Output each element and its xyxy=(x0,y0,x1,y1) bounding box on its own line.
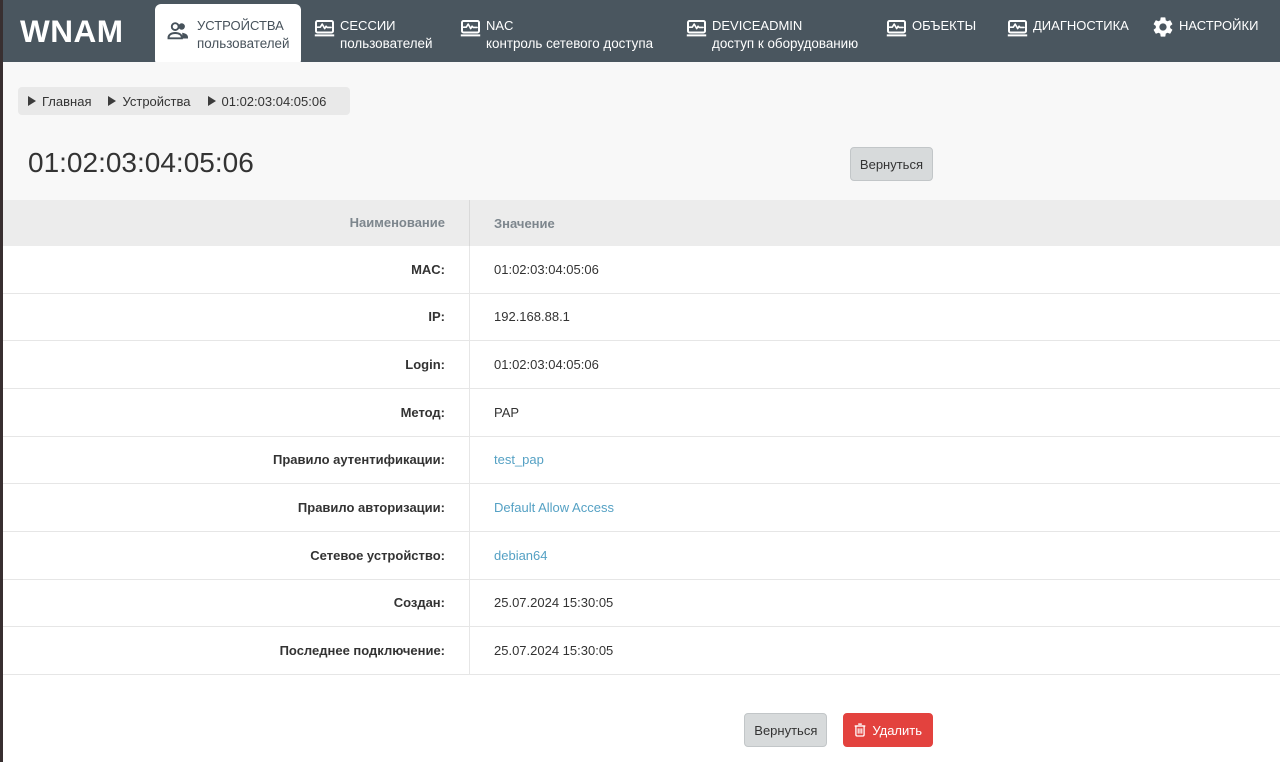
row-value: 25.07.2024 15:30:05 xyxy=(494,643,613,658)
nav-item-objects[interactable]: ОБЪЕКТЫ xyxy=(886,17,976,37)
nav-item-settings[interactable]: НАСТРОЙКИ xyxy=(1151,17,1258,39)
breadcrumb: Главная Устройства 01:02:03:04:05:06 xyxy=(18,87,350,115)
row-value: 25.07.2024 15:30:05 xyxy=(494,595,613,610)
row-value: 192.168.88.1 xyxy=(494,309,570,324)
table-row-created: Создан: 25.07.2024 15:30:05 xyxy=(0,580,1280,628)
table-header-name: Наименование xyxy=(0,200,470,246)
breadcrumb-item-current: 01:02:03:04:05:06 xyxy=(208,94,327,109)
back-button-top[interactable]: Вернуться xyxy=(850,147,933,181)
nav-item-devices[interactable]: УСТРОЙСТВА пользователей xyxy=(155,4,301,66)
nav-item-sublabel: контроль сетевого доступа xyxy=(486,35,653,53)
gear-icon xyxy=(1151,15,1175,39)
row-value-link[interactable]: debian64 xyxy=(494,548,548,563)
breadcrumb-item-home[interactable]: Главная xyxy=(28,94,91,109)
nav-item-label: ДИАГНОСТИКА xyxy=(1033,17,1129,35)
table-row-authz-rule: Правило авторизации: Default Allow Acces… xyxy=(0,484,1280,532)
monitor-pulse-icon xyxy=(686,20,707,37)
nav-item-nac[interactable]: NAC контроль сетевого доступа xyxy=(460,17,653,52)
nav-item-label: DEVICEADMIN xyxy=(712,17,858,35)
monitor-pulse-icon xyxy=(1007,20,1028,37)
row-value: 01:02:03:04:05:06 xyxy=(494,262,599,277)
delete-button[interactable]: Удалить xyxy=(843,713,933,747)
table-row-last-connection: Последнее подключение: 25.07.2024 15:30:… xyxy=(0,627,1280,675)
breadcrumb-label: Главная xyxy=(42,94,91,109)
row-label: Правило аутентификации: xyxy=(0,437,470,484)
row-value: PAP xyxy=(494,405,519,420)
breadcrumb-item-devices[interactable]: Устройства xyxy=(108,94,190,109)
users-icon xyxy=(166,20,191,40)
nav-item-sublabel: пользователей xyxy=(340,35,432,53)
nav-item-label: УСТРОЙСТВА xyxy=(197,17,289,35)
table-row-network-device: Сетевое устройство: debian64 xyxy=(0,532,1280,580)
nav-item-deviceadmin[interactable]: DEVICEADMIN доступ к оборудованию xyxy=(686,17,858,52)
nav-item-label: ОБЪЕКТЫ xyxy=(912,17,976,35)
row-label: Последнее подключение: xyxy=(0,627,470,674)
caret-right-icon xyxy=(28,96,36,106)
page-header-area: Главная Устройства 01:02:03:04:05:06 01:… xyxy=(0,62,1280,200)
nav-item-sublabel: пользователей xyxy=(197,35,289,53)
left-edge-strip xyxy=(0,0,3,762)
table-row-auth-rule: Правило аутентификации: test_pap xyxy=(0,437,1280,485)
brand-logo[interactable]: WNAM xyxy=(20,0,123,62)
row-label: Метод: xyxy=(0,389,470,436)
trash-icon xyxy=(854,723,866,737)
row-value-link[interactable]: Default Allow Access xyxy=(494,500,614,515)
row-label: MAC: xyxy=(0,246,470,293)
caret-right-icon xyxy=(208,96,216,106)
nav-item-sublabel: доступ к оборудованию xyxy=(712,35,858,53)
nav-item-sessions[interactable]: СЕССИИ пользователей xyxy=(314,17,432,52)
breadcrumb-label: 01:02:03:04:05:06 xyxy=(222,94,327,109)
top-navbar: WNAM УСТРОЙСТВА пользователей xyxy=(0,0,1280,62)
row-label: Создан: xyxy=(0,580,470,627)
row-label: Сетевое устройство: xyxy=(0,532,470,579)
table-row-mac: MAC: 01:02:03:04:05:06 xyxy=(0,246,1280,294)
back-button-bottom[interactable]: Вернуться xyxy=(744,713,827,747)
monitor-pulse-icon xyxy=(886,20,907,37)
caret-right-icon xyxy=(108,96,116,106)
nav-item-label: NAC xyxy=(486,17,653,35)
row-value-link[interactable]: test_pap xyxy=(494,452,544,467)
nav-item-label: НАСТРОЙКИ xyxy=(1179,17,1258,35)
monitor-pulse-icon xyxy=(460,20,481,37)
monitor-pulse-icon xyxy=(314,20,335,37)
row-label: Правило авторизации: xyxy=(0,484,470,531)
delete-button-label: Удалить xyxy=(872,723,922,738)
device-properties-table: MAC: 01:02:03:04:05:06 IP: 192.168.88.1 … xyxy=(0,246,1280,675)
nav-item-diagnostics[interactable]: ДИАГНОСТИКА xyxy=(1007,17,1129,37)
table-header-value: Значение xyxy=(470,216,1280,231)
breadcrumb-label: Устройства xyxy=(122,94,190,109)
bottom-actions: Вернуться Удалить xyxy=(744,713,933,747)
row-label: Login: xyxy=(0,341,470,388)
table-row-login: Login: 01:02:03:04:05:06 xyxy=(0,341,1280,389)
nav-item-label: СЕССИИ xyxy=(340,17,432,35)
table-row-method: Метод: PAP xyxy=(0,389,1280,437)
page-title: 01:02:03:04:05:06 xyxy=(28,147,254,179)
row-value: 01:02:03:04:05:06 xyxy=(494,357,599,372)
table-row-ip: IP: 192.168.88.1 xyxy=(0,294,1280,342)
table-header: Наименование Значение xyxy=(0,200,1280,246)
row-label: IP: xyxy=(0,294,470,341)
